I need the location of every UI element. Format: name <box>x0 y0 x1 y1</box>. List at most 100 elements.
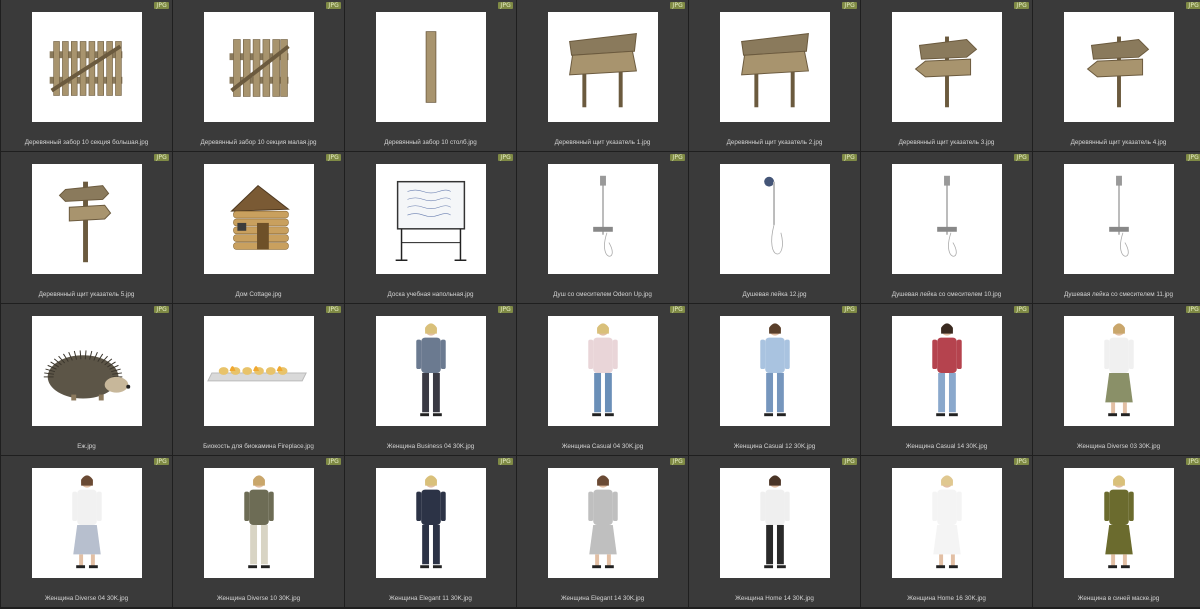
file-type-badge: JPG <box>498 306 513 313</box>
file-thumbnail-card[interactable]: JPG Женщина Elegant 14 30K.jpg <box>517 456 688 607</box>
file-thumbnail-card[interactable]: JPG Душевая лейка со смесителем 10.jpg <box>861 152 1032 303</box>
file-thumbnail-card[interactable]: JPG Женщина Home 16 30K.jpg <box>861 456 1032 607</box>
file-thumbnail-card[interactable]: JPG Женщина Casual 12 30K.jpg <box>689 304 860 455</box>
file-thumbnail-card[interactable]: JPG Деревянный щит указатель 2.jpg <box>689 0 860 151</box>
file-type-badge: JPG <box>326 2 341 9</box>
file-type-badge: JPG <box>498 154 513 161</box>
woman-figure-icon <box>1064 468 1174 578</box>
file-name: Душевая лейка 12.jpg <box>742 291 807 298</box>
shower-icon <box>548 164 658 274</box>
file-thumbnail-card[interactable]: JPG Деревянный забор 10 секция малая.jpg <box>173 0 344 151</box>
file-name: Дом Cottage.jpg <box>235 291 282 298</box>
file-type-badge: JPG <box>154 458 169 465</box>
file-thumbnail-card[interactable]: JPG Биокость для биокамина Fireplace.jpg <box>173 304 344 455</box>
file-name: Деревянный забор 10 секция малая.jpg <box>200 139 317 146</box>
file-thumbnail-card[interactable]: JPG Деревянный щит указатель 1.jpg <box>517 0 688 151</box>
file-thumbnail-card[interactable]: JPG Женщина в синей маске.jpg <box>1033 456 1200 607</box>
file-name: Женщина Diverse 04 30K.jpg <box>44 595 129 602</box>
file-name: Душевая лейка со смесителем 10.jpg <box>891 291 1002 298</box>
file-type-badge: JPG <box>842 306 857 313</box>
file-type-badge: JPG <box>154 306 169 313</box>
file-name: Душевая лейка со смесителем 11.jpg <box>1063 291 1174 298</box>
woman-figure-icon <box>1064 316 1174 426</box>
file-name: Еж.jpg <box>77 443 96 450</box>
file-name: Женщина Casual 14 30K.jpg <box>905 443 988 450</box>
shower-head-icon <box>720 164 830 274</box>
file-name: Биокость для биокамина Fireplace.jpg <box>203 443 314 450</box>
file-type-badge: JPG <box>670 2 685 9</box>
file-thumbnail-card[interactable]: JPG Душ со смесителем Odeon Up.jpg <box>517 152 688 303</box>
file-name: Женщина Casual 12 30K.jpg <box>733 443 816 450</box>
file-thumbnail-card[interactable]: JPG Женщина Diverse 10 30K.jpg <box>173 456 344 607</box>
file-type-badge: JPG <box>326 154 341 161</box>
file-type-badge: JPG <box>670 154 685 161</box>
file-type-badge: JPG <box>1014 306 1029 313</box>
file-name: Женщина Diverse 10 30K.jpg <box>216 595 301 602</box>
file-thumbnail-card[interactable]: JPG Дом Cottage.jpg <box>173 152 344 303</box>
file-name: Женщина Diverse 03 30K.jpg <box>1076 443 1161 450</box>
whiteboard-icon <box>376 164 486 274</box>
woman-figure-icon <box>204 468 314 578</box>
file-type-badge: JPG <box>326 306 341 313</box>
wooden-fence-icon <box>32 12 142 122</box>
file-type-badge: JPG <box>842 154 857 161</box>
file-type-badge: JPG <box>1186 2 1200 9</box>
wooden-direction-sign-icon <box>32 164 142 274</box>
file-thumbnail-card[interactable]: JPG Деревянный щит указатель 3.jpg <box>861 0 1032 151</box>
file-type-badge: JPG <box>326 458 341 465</box>
woman-figure-icon <box>720 316 830 426</box>
file-thumbnail-card[interactable]: JPG Доска учебная напольная.jpg <box>345 152 516 303</box>
thumbnail-grid: JPG Деревянный забор 10 секция большая.j… <box>0 0 1200 609</box>
file-name: Деревянный забор 10 секция большая.jpg <box>24 139 149 146</box>
file-name: Женщина Elegant 14 30K.jpg <box>560 595 645 602</box>
file-name: Деревянный щит указатель 2.jpg <box>726 139 823 146</box>
file-thumbnail-card[interactable]: JPG Деревянный забор 10 секция большая.j… <box>1 0 172 151</box>
file-name: Женщина Business 04 30K.jpg <box>386 443 475 450</box>
file-thumbnail-card[interactable]: JPG Душевая лейка со смесителем 11.jpg <box>1033 152 1200 303</box>
file-name: Деревянный забор 10 столб.jpg <box>384 139 477 146</box>
wooden-gate-icon <box>204 12 314 122</box>
file-thumbnail-card[interactable]: JPG Женщина Elegant 11 30K.jpg <box>345 456 516 607</box>
file-name: Женщина Home 16 30K.jpg <box>907 595 986 602</box>
wooden-signboard-icon <box>548 12 658 122</box>
file-thumbnail-card[interactable]: JPG Женщина Diverse 03 30K.jpg <box>1033 304 1200 455</box>
file-type-badge: JPG <box>1014 154 1029 161</box>
wooden-arrow-sign-icon <box>892 12 1002 122</box>
file-name: Женщина Home 14 30K.jpg <box>735 595 814 602</box>
woman-figure-icon <box>892 316 1002 426</box>
file-thumbnail-card[interactable]: JPG Деревянный щит указатель 4.jpg <box>1033 0 1200 151</box>
file-type-badge: JPG <box>1014 2 1029 9</box>
woman-figure-icon <box>548 468 658 578</box>
file-name: Доска учебная напольная.jpg <box>387 291 474 298</box>
file-name: Женщина Elegant 11 30K.jpg <box>389 595 472 602</box>
file-type-badge: JPG <box>842 458 857 465</box>
file-thumbnail-card[interactable]: JPG Еж.jpg <box>1 304 172 455</box>
log-cabin-icon <box>204 164 314 274</box>
woman-figure-icon <box>720 468 830 578</box>
file-thumbnail-card[interactable]: JPG Женщина Casual 14 30K.jpg <box>861 304 1032 455</box>
file-type-badge: JPG <box>1186 458 1200 465</box>
file-thumbnail-card[interactable]: JPG Женщина Casual 04 30K.jpg <box>517 304 688 455</box>
file-thumbnail-card[interactable]: JPG Деревянный щит указатель 5.jpg <box>1 152 172 303</box>
file-name: Деревянный щит указатель 4.jpg <box>1070 139 1167 146</box>
file-name: Деревянный щит указатель 3.jpg <box>898 139 995 146</box>
file-thumbnail-card[interactable]: JPG Деревянный забор 10 столб.jpg <box>345 0 516 151</box>
shower-icon <box>892 164 1002 274</box>
file-thumbnail-card[interactable]: JPG Женщина Home 14 30K.jpg <box>689 456 860 607</box>
file-type-badge: JPG <box>670 306 685 313</box>
file-thumbnail-card[interactable]: JPG Женщина Business 04 30K.jpg <box>345 304 516 455</box>
file-name: Душ со смесителем Odeon Up.jpg <box>553 291 652 298</box>
file-type-badge: JPG <box>1014 458 1029 465</box>
woman-figure-icon <box>892 468 1002 578</box>
hedgehog-icon <box>32 316 142 426</box>
wooden-post-icon <box>376 12 486 122</box>
file-type-badge: JPG <box>154 154 169 161</box>
file-thumbnail-card[interactable]: JPG Женщина Diverse 04 30K.jpg <box>1 456 172 607</box>
file-name: Женщина в синей маске.jpg <box>1077 595 1160 602</box>
file-type-badge: JPG <box>670 458 685 465</box>
wooden-arrow-sign-icon <box>1064 12 1174 122</box>
file-name: Деревянный щит указатель 5.jpg <box>38 291 135 298</box>
wooden-signboard-icon <box>720 12 830 122</box>
file-type-badge: JPG <box>154 2 169 9</box>
file-thumbnail-card[interactable]: JPG Душевая лейка 12.jpg <box>689 152 860 303</box>
